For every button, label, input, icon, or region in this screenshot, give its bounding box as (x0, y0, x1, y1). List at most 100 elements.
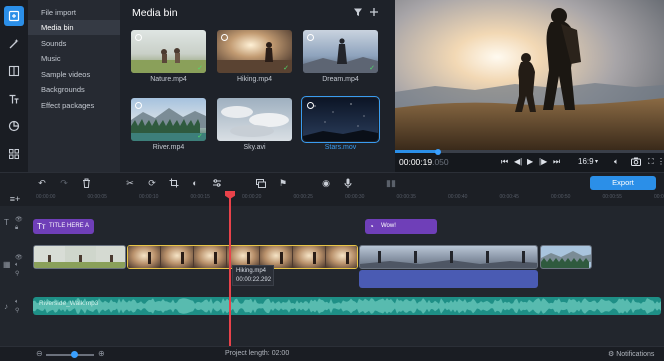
ruler-tick-label: 00:00:10 (139, 194, 159, 200)
zoom-out-icon[interactable]: ⊖ (36, 349, 43, 358)
color-adjust-icon[interactable]: ◐ (189, 177, 201, 189)
video-track-header: ▦ 👁︎ 🔈︎ ⚲ (0, 250, 30, 280)
preview-scrubber-knob[interactable] (435, 149, 442, 155)
video-clip[interactable] (359, 245, 538, 269)
playhead[interactable] (229, 194, 231, 346)
add-track-icon[interactable]: ≡+ (9, 193, 21, 205)
media-name: River.mp4 (152, 144, 185, 151)
ruler-tick-label: 00:00:20 (242, 194, 262, 200)
undo-icon[interactable]: ↶ (36, 177, 48, 189)
title-clip[interactable]: ◔ Wow! (365, 219, 437, 234)
export-button[interactable]: Export (590, 176, 656, 190)
link-icon[interactable]: ⚲ (15, 270, 19, 277)
skip-end-icon[interactable]: ⏭ (553, 157, 560, 167)
category-file-import[interactable]: File import (28, 5, 120, 20)
fullscreen-icon[interactable]: ⛶ (648, 157, 654, 167)
media-thumb[interactable] (217, 98, 292, 141)
category-effect-packages[interactable]: Effect packages (28, 98, 120, 113)
media-thumb-selected[interactable] (301, 96, 380, 143)
link-icon[interactable]: ⚲ (15, 307, 19, 314)
category-backgrounds[interactable]: Backgrounds (28, 82, 120, 97)
media-name: Dream.mp4 (322, 76, 359, 83)
record-voice-icon[interactable] (342, 177, 354, 189)
volume-icon[interactable]: 🔈︎ (15, 262, 19, 269)
more-tools-icon[interactable] (4, 144, 24, 164)
notifications-icon: ⚙︎ (608, 351, 617, 358)
skip-start-icon[interactable]: ⏮ (501, 157, 508, 167)
play-icon[interactable]: ▶ (527, 157, 533, 166)
media-name: Nature.mp4 (150, 76, 187, 83)
media-thumb[interactable]: ✓ (131, 30, 206, 73)
clip-audio-strip[interactable] (359, 270, 538, 288)
notifications-button[interactable]: ⚙︎ Notifications (608, 350, 654, 358)
ruler-tick-label: 00:00:05 (87, 194, 107, 200)
tool-rail (0, 0, 28, 172)
ruler-tick-label: 00:00:35 (396, 194, 416, 200)
preview-panel: 00:00:19.050 ⏮ ◀| ▶ |▶ ⏭ 16:9 ▾ 🔈︎ ⛶ ⋮ (395, 0, 664, 172)
media-thumb[interactable]: ✓ (217, 30, 292, 73)
zoom-in-icon[interactable]: ⊕ (98, 349, 105, 358)
eye-icon[interactable]: 👁︎ (15, 216, 23, 223)
media-name: Stars.mov (324, 144, 357, 151)
media-import-icon[interactable] (4, 6, 24, 26)
clip-properties-icon[interactable] (211, 177, 223, 189)
tooltip-clip-name: Hiking.mp4 (236, 268, 267, 274)
title-track-header: T 👁︎ 🔒︎ (0, 216, 30, 236)
ruler-tick-label: 00:00:55 (602, 194, 622, 200)
ruler-tick-label: 00:00:15 (190, 194, 210, 200)
category-media-bin[interactable]: Media bin (28, 20, 120, 35)
zoom-slider-knob[interactable] (71, 351, 79, 358)
next-frame-icon[interactable]: |▶ (539, 157, 547, 166)
title-clip-icon: Tт (37, 222, 46, 231)
media-bin-title: Media bin (132, 7, 178, 19)
transitions-icon[interactable] (4, 61, 24, 81)
record-webcam-icon[interactable]: ◉ (320, 177, 332, 189)
media-name: Hiking.mp4 (236, 76, 272, 83)
stickers-icon[interactable] (4, 116, 24, 136)
media-name: Sky.avi (243, 144, 266, 151)
video-clip[interactable] (540, 245, 592, 269)
timeline-ruler[interactable]: ≡+ 00:00:00 00:00:05 00:00:10 00:00:15 00:00… (0, 192, 664, 206)
media-thumb[interactable]: ✓ (303, 30, 378, 73)
sticker-icon: ◔ (369, 222, 374, 231)
preview-video (395, 0, 664, 150)
audio-clip[interactable]: Riverside_Walk.mp3 (33, 297, 661, 315)
more-icon[interactable]: ⋮ (657, 157, 664, 166)
title-clip[interactable]: Tт TITLE HERE A (33, 219, 94, 234)
title-clip-label: TITLE HERE A (49, 223, 90, 229)
snapshot-icon[interactable] (631, 157, 641, 168)
eye-icon[interactable]: 👁︎ (15, 254, 23, 261)
redo-icon[interactable]: ↷ (58, 177, 70, 189)
titles-icon[interactable] (4, 89, 24, 109)
ruler-tick-label: 00:00:00 (36, 194, 56, 200)
volume-icon[interactable]: 🔈︎ (614, 157, 619, 167)
lock-icon[interactable]: 🔒︎ (15, 225, 18, 232)
rotate-icon[interactable]: ⟳ (146, 177, 158, 189)
overlay-icon[interactable] (255, 177, 267, 189)
added-check-icon: ✓ (283, 65, 289, 72)
added-check-icon: ✓ (197, 133, 203, 140)
video-clip[interactable] (33, 245, 126, 269)
prev-frame-icon[interactable]: ◀| (514, 157, 522, 166)
chevron-down-icon[interactable]: ▾ (595, 158, 598, 165)
video-type-icon (307, 34, 314, 41)
pause-record-icon[interactable]: ▮▮ (385, 177, 397, 189)
ruler-tick-label: 00:01:00 (654, 194, 664, 200)
video-type-icon (221, 34, 228, 41)
marker-flag-icon[interactable]: ⚑ (277, 177, 289, 189)
add-icon[interactable] (369, 7, 379, 17)
ruler-tick-label: 00:00:30 (345, 194, 365, 200)
zoom-slider[interactable] (46, 354, 94, 356)
category-sounds[interactable]: Sounds (28, 36, 120, 51)
preview-time-main: 00:00:19 (399, 157, 433, 167)
cut-icon[interactable]: ✂ (124, 177, 136, 189)
volume-icon[interactable]: 🔈︎ (15, 299, 19, 306)
magic-wand-icon[interactable] (4, 34, 24, 54)
category-sample-videos[interactable]: Sample videos (28, 67, 120, 82)
aspect-ratio-select[interactable]: 16:9 (578, 157, 594, 166)
crop-icon[interactable] (168, 177, 180, 189)
filter-icon[interactable] (353, 7, 363, 17)
category-music[interactable]: Music (28, 51, 120, 66)
media-thumb[interactable]: ✓ (131, 98, 206, 141)
delete-icon[interactable] (80, 177, 92, 189)
